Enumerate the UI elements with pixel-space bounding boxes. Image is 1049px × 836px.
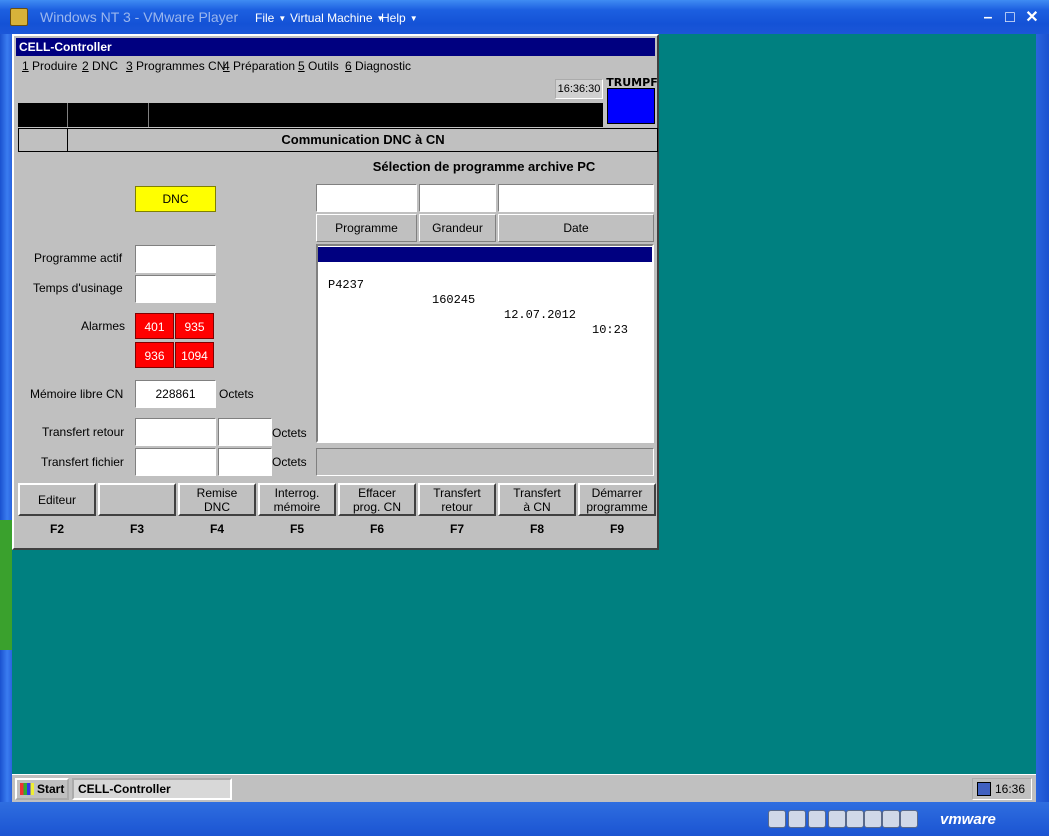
minimize-icon[interactable]: – <box>978 8 998 28</box>
filter-programme-input[interactable] <box>316 184 417 212</box>
interrog-memoire-button[interactable]: Interrog. mémoire <box>258 483 336 516</box>
page-title: Communication DNC à CN <box>281 132 445 147</box>
desktop-wallpaper-edge <box>0 520 12 650</box>
filter-date-input[interactable] <box>498 184 654 212</box>
cd-rom-icon[interactable] <box>808 810 826 828</box>
floppy-icon[interactable] <box>828 810 846 828</box>
alarmes-label: Alarmes <box>81 319 126 333</box>
temps-usinage-label: Temps d'usinage <box>33 281 123 295</box>
sound-icon[interactable] <box>900 810 918 828</box>
filter-grandeur-input[interactable] <box>419 184 496 212</box>
maximize-icon[interactable]: □ <box>1000 8 1020 28</box>
system-tray: 16:36 <box>972 778 1032 800</box>
menu-dnc[interactable]: 2 DNC <box>82 59 118 73</box>
window-border-left <box>0 34 12 802</box>
vmware-window-title: Windows NT 3 - VMware Player <box>40 9 239 25</box>
menu-programmes-cn[interactable]: 3 Programmes CN <box>126 59 225 73</box>
memoire-unit-label: Octets <box>219 387 254 401</box>
vmware-logo: vmware <box>940 811 996 828</box>
vmware-titlebar: Windows NT 3 - VMware Player File ▼ Virtu… <box>0 0 1049 34</box>
status-bar <box>18 103 603 127</box>
transfert-retour-size-field <box>218 418 272 446</box>
list-item[interactable]: P2228 7486 13.07.2012 15:53 <box>318 247 652 321</box>
cell-controller-titlebar: CELL-Controller <box>16 38 655 56</box>
fkey-label: F9 <box>609 522 624 536</box>
transfert-fichier-unit: Octets <box>272 455 307 469</box>
transfert-a-cn-button[interactable]: Transfert à CN <box>498 483 576 516</box>
archive-program-list[interactable]: P2228 7486 13.07.2012 15:53 P4237 160245… <box>316 244 654 443</box>
menu-preparation[interactable]: 4 Préparation <box>223 59 295 73</box>
window-border-right <box>1036 34 1049 802</box>
fkey-label: F5 <box>289 522 304 536</box>
start-button[interactable]: Start <box>15 778 69 800</box>
f3-button[interactable] <box>98 483 176 516</box>
column-header-programme[interactable]: Programme <box>316 214 417 242</box>
alarm-badge: 401 <box>135 313 174 339</box>
transfer-progress-bar <box>316 448 654 476</box>
fkey-label: F2 <box>49 522 64 536</box>
menu-outils[interactable]: 5 Outils <box>298 59 339 73</box>
dnc-status-badge: DNC <box>135 186 216 212</box>
menu-file[interactable]: File ▼ <box>255 11 286 25</box>
network-icon[interactable] <box>977 782 991 796</box>
header-left-cell <box>19 129 68 151</box>
column-header-date[interactable]: Date <box>498 214 654 242</box>
menu-virtual-machine[interactable]: Virtual Machine ▼ <box>290 11 384 25</box>
editeur-button[interactable]: Editeur <box>18 483 96 516</box>
page-header: Communication DNC à CN <box>18 128 658 152</box>
archive-selection-title: Sélection de programme archive PC <box>372 159 596 174</box>
memoire-libre-label: Mémoire libre CN <box>30 387 124 401</box>
alarm-badge: 935 <box>175 313 214 339</box>
temps-usinage-field <box>135 275 216 303</box>
demarrer-programme-button[interactable]: Démarrer programme <box>578 483 656 516</box>
fkey-label: F7 <box>449 522 464 536</box>
transfert-fichier-field <box>135 448 216 476</box>
transfert-retour-unit: Octets <box>272 426 307 440</box>
transfert-retour-field <box>135 418 216 446</box>
cell-controller-window: CELL-Controller 1 Produire 2 DNC 3 Progr… <box>12 34 659 550</box>
column-header-grandeur[interactable]: Grandeur <box>419 214 496 242</box>
alarm-badge: 1094 <box>175 342 214 368</box>
remise-dnc-button[interactable]: Remise DNC <box>178 483 256 516</box>
nt-taskbar: Start CELL-Controller 16:36 <box>12 774 1036 802</box>
transfert-retour-button[interactable]: Transfert retour <box>418 483 496 516</box>
windows-logo-icon <box>20 783 34 795</box>
list-item[interactable]: P4237 160245 12.07.2012 10:23 <box>318 263 652 337</box>
programme-actif-label: Programme actif <box>34 251 123 265</box>
network-adapter-icon[interactable] <box>846 810 864 828</box>
machine-status-indicator <box>607 88 655 124</box>
menu-help[interactable]: Help ▼ <box>381 11 418 25</box>
transfert-fichier-size-field <box>218 448 272 476</box>
cell-controller-menubar: 1 Produire 2 DNC 3 Programmes CN 4 Prépa… <box>16 57 655 75</box>
hard-disk-icon[interactable] <box>768 810 786 828</box>
programme-actif-field <box>135 245 216 273</box>
menu-diagnostic[interactable]: 6 Diagnostic <box>345 59 411 73</box>
hard-disk-icon[interactable] <box>788 810 806 828</box>
transfert-fichier-label: Transfert fichier <box>41 455 124 469</box>
fkey-label: F8 <box>529 522 544 536</box>
close-icon[interactable]: ✕ <box>1022 8 1042 28</box>
menu-produire[interactable]: 1 Produire <box>22 59 77 73</box>
taskbar-item-cell-controller[interactable]: CELL-Controller <box>72 778 232 800</box>
clock-display: 16:36:30 <box>555 79 603 99</box>
effacer-prog-cn-button[interactable]: Effacer prog. CN <box>338 483 416 516</box>
fkey-label: F6 <box>369 522 384 536</box>
alarm-badge: 936 <box>135 342 174 368</box>
vmware-status-bar: vmware <box>0 802 1049 836</box>
usb-device-icon[interactable] <box>882 810 900 828</box>
fkey-label: F3 <box>129 522 144 536</box>
fkey-label: F4 <box>209 522 224 536</box>
memoire-libre-field: 228861 <box>135 380 216 408</box>
vmware-app-icon <box>10 8 28 26</box>
usb-device-icon[interactable] <box>864 810 882 828</box>
tray-clock: 16:36 <box>994 782 1025 796</box>
transfert-retour-label: Transfert retour <box>42 425 125 439</box>
